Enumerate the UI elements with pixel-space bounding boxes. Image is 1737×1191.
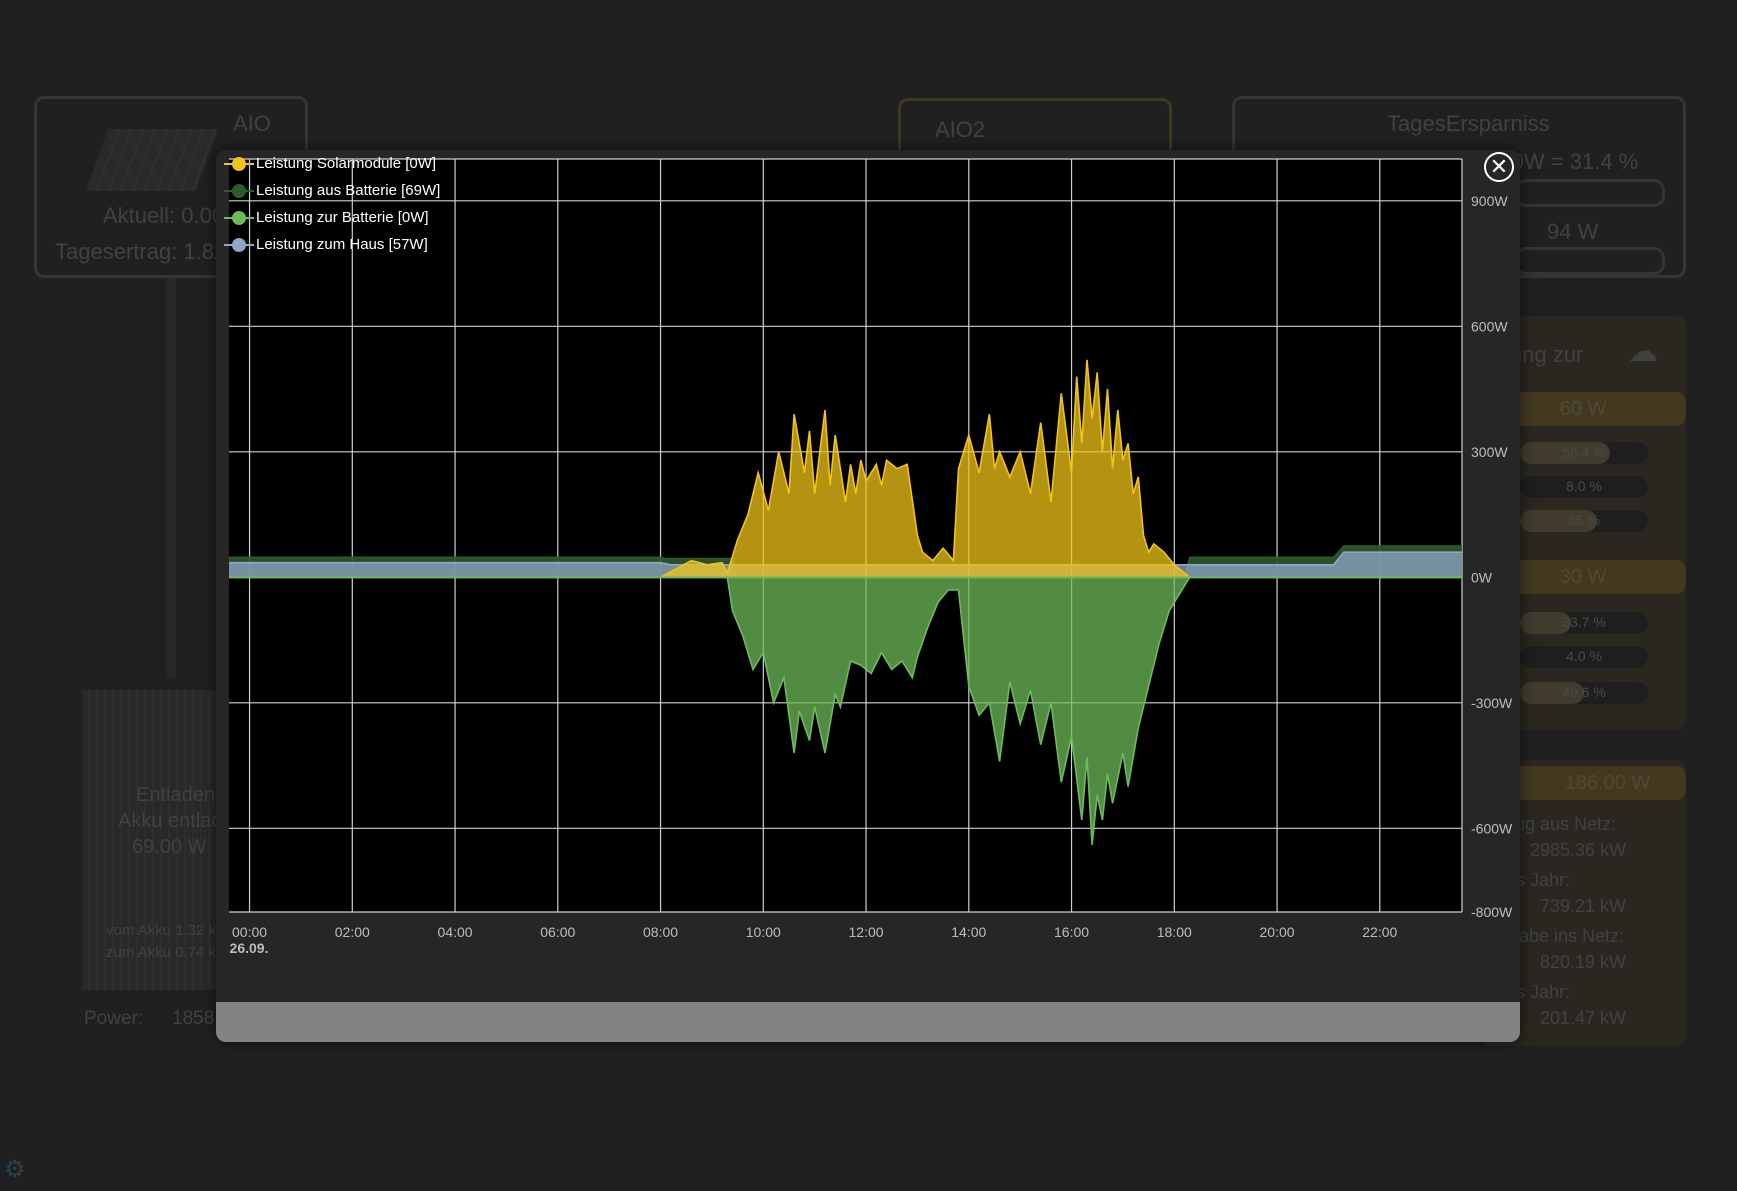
legend-dot-icon xyxy=(232,210,246,225)
y-tick-label: 300W xyxy=(1471,444,1508,460)
chart-legend: Leistung Solarmodule [0W] Leistung aus B… xyxy=(224,150,440,258)
legend-item-solar[interactable]: Leistung Solarmodule [0W] xyxy=(224,150,440,177)
legend-label-battery-in: Leistung zur Batterie [0W] xyxy=(256,209,429,226)
legend-dot-icon xyxy=(232,183,246,198)
legend-label-battery-out: Leistung aus Batterie [69W] xyxy=(256,182,441,199)
legend-item-house[interactable]: Leistung zum Haus [57W] xyxy=(224,231,440,258)
y-tick-label: 900W xyxy=(1471,193,1508,209)
x-tick-label: 20:00 xyxy=(1260,924,1295,940)
legend-dot-icon xyxy=(232,156,246,171)
chart-modal: 900W 600W 300W 0W -300W -600W -800W 00:00 02:00 0… xyxy=(216,150,1520,1042)
x-tick-label: 10:00 xyxy=(746,924,781,940)
x-tick-label: 16:00 xyxy=(1054,924,1089,940)
close-button[interactable]: ✕ xyxy=(1484,152,1514,182)
legend-label-house: Leistung zum Haus [57W] xyxy=(256,236,428,253)
x-tick-label: 00:00 xyxy=(232,924,267,940)
y-tick-label: -800W xyxy=(1471,904,1513,920)
x-tick-label: 04:00 xyxy=(438,924,473,940)
legend-item-battery-in[interactable]: Leistung zur Batterie [0W] xyxy=(224,204,440,231)
close-icon: ✕ xyxy=(1489,154,1509,179)
x-tick-label: 14:00 xyxy=(951,924,986,940)
date-label: 26.09. xyxy=(230,940,269,956)
y-tick-label: -300W xyxy=(1471,695,1513,711)
legend-item-battery-out[interactable]: Leistung aus Batterie [69W] xyxy=(224,177,440,204)
x-tick-label: 18:00 xyxy=(1157,924,1192,940)
modal-footer xyxy=(216,1002,1520,1042)
x-tick-label: 22:00 xyxy=(1362,924,1397,940)
x-tick-label: 08:00 xyxy=(643,924,678,940)
y-tick-label: -600W xyxy=(1471,820,1513,836)
legend-label-solar: Leistung Solarmodule [0W] xyxy=(256,155,437,172)
x-tick-label: 06:00 xyxy=(540,924,575,940)
legend-dot-icon xyxy=(232,237,246,252)
y-tick-label: 0W xyxy=(1471,569,1493,585)
power-chart: 900W 600W 300W 0W -300W -600W -800W 00:00 02:00 0… xyxy=(229,158,1513,956)
y-tick-label: 600W xyxy=(1471,318,1508,334)
x-tick-label: 12:00 xyxy=(849,924,884,940)
x-tick-label: 02:00 xyxy=(335,924,370,940)
